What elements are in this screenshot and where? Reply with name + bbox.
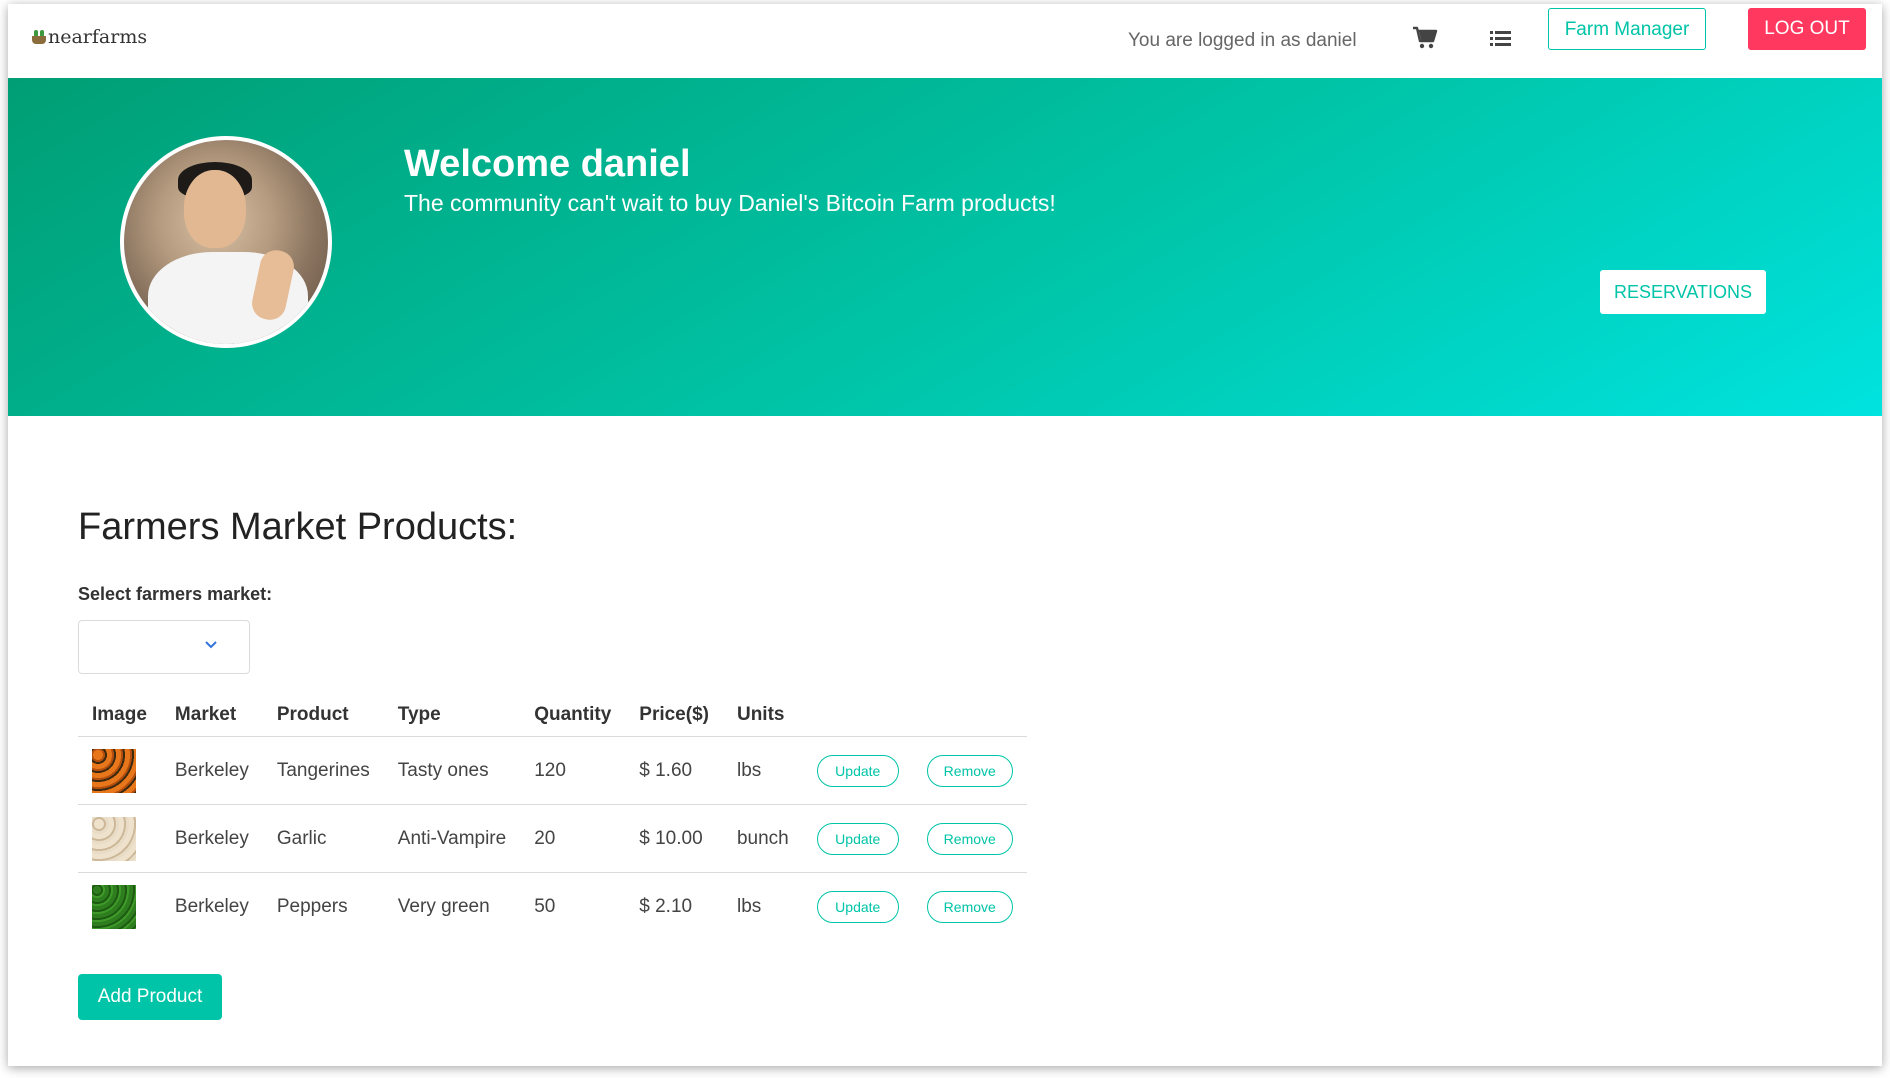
remove-button[interactable]: Remove [926,822,1013,855]
welcome-heading: Welcome daniel [404,143,691,185]
farm-manager-button[interactable]: Farm Manager [1548,8,1706,50]
price-cell: $ 1.60 [625,736,723,805]
market-select[interactable] [78,620,250,674]
chevron-down-icon [205,641,217,649]
column-header: Quantity [520,694,626,737]
product-cell: Peppers [276,895,348,917]
update-button[interactable]: Update [816,754,899,787]
column-header: Units [722,694,803,737]
remove-button[interactable]: Remove [926,754,1013,787]
brand-logo[interactable]: nearfarms [32,26,147,48]
table-header-row: Image Market Product Type Quantity Price… [78,694,1027,737]
welcome-block: Welcome daniel The community can't wait … [404,142,1056,218]
price-cell: $ 2.10 [639,895,693,917]
units-cell: bunch [722,804,803,873]
units-cell: lbs [736,895,762,917]
remove-button[interactable]: Remove [926,890,1013,923]
product-cell: Tangerines [262,736,384,805]
product-image [92,816,136,861]
quantity-cell: 20 [520,804,626,873]
market-cell: Berkeley [160,736,263,805]
quantity-cell: 50 [534,895,556,917]
units-cell: lbs [722,736,803,805]
update-button[interactable]: Update [816,822,899,855]
product-image [92,748,136,793]
column-header: Price($) [625,694,723,737]
product-image [92,884,136,929]
price-cell: $ 10.00 [625,804,723,873]
logged-in-status: You are logged in as daniel [1128,30,1357,51]
add-product-button[interactable]: Add Product [78,974,222,1020]
update-button[interactable]: Update [816,890,899,923]
table-row: Berkeley Peppers Very green 50 $ 2.10 lb… [78,873,1027,941]
market-select-label: Select farmers market: [78,584,273,604]
type-cell: Very green [397,895,490,917]
page-title: Farmers Market Products: [78,506,518,548]
cart-icon[interactable] [1412,26,1438,50]
column-header: Market [160,694,263,737]
table-row: Berkeley Tangerines Tasty ones 120 $ 1.6… [78,736,1027,805]
table-row: Berkeley Garlic Anti-Vampire 20 $ 10.00 … [78,804,1027,873]
column-header: Type [383,694,521,737]
basket-icon [32,30,46,44]
avatar [120,136,332,348]
app-window: nearfarms You are logged in as daniel Fa… [8,4,1882,1066]
hero-banner: Welcome daniel The community can't wait … [8,78,1882,416]
welcome-subtitle: The community can't wait to buy Daniel's… [404,190,1056,216]
quantity-cell: 120 [520,736,626,805]
column-header: Image [78,694,161,737]
product-cell: Garlic [262,804,384,873]
type-cell: Tasty ones [383,736,521,805]
column-header: Product [262,694,384,737]
market-cell: Berkeley [160,804,263,873]
market-cell: Berkeley [174,895,249,917]
products-table: Image Market Product Type Quantity Price… [78,694,1027,940]
logout-button[interactable]: LOG OUT [1748,8,1866,50]
reservations-button[interactable]: RESERVATIONS [1600,270,1766,314]
list-icon[interactable] [1488,26,1514,50]
type-cell: Anti-Vampire [383,804,521,873]
brand-name: nearfarms [48,26,148,48]
navbar: nearfarms You are logged in as daniel Fa… [8,4,1882,78]
